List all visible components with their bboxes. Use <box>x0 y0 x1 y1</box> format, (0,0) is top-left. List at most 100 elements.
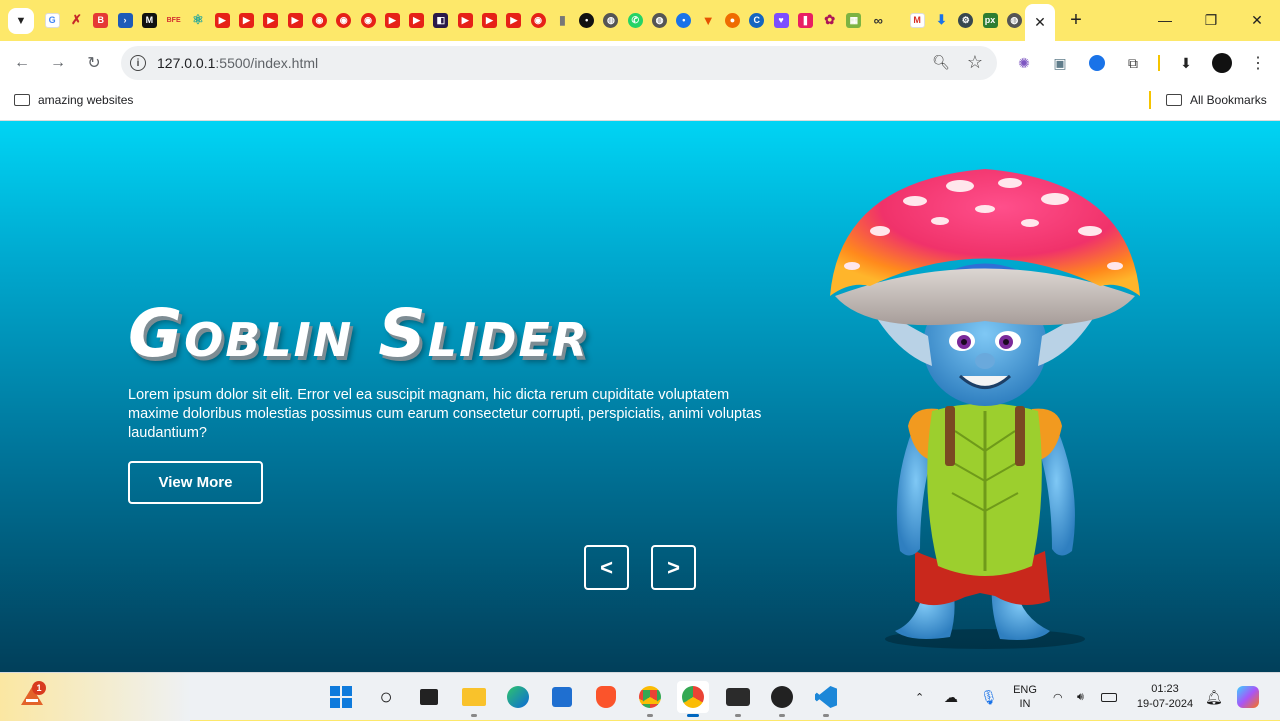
site-info-icon[interactable]: i <box>130 55 146 71</box>
pinned-tab[interactable]: ◉ <box>332 10 356 30</box>
bookmark-star-icon[interactable]: ☆ <box>967 52 983 73</box>
infinity-icon: ∞ <box>873 12 883 28</box>
active-tab[interactable]: ✕ <box>1025 4 1055 41</box>
back-button[interactable]: ← <box>11 52 33 74</box>
edge-icon <box>507 686 529 708</box>
new-tab-button[interactable]: + <box>1066 9 1086 31</box>
language-indicator[interactable]: ENG IN <box>1010 673 1040 721</box>
pinned-tab[interactable]: BFE <box>161 10 185 30</box>
forward-button[interactable]: → <box>47 52 69 74</box>
notifications-button[interactable]: 🔔︎ <box>1205 673 1223 721</box>
pinned-tab[interactable]: ▶ <box>477 10 501 30</box>
address-bar[interactable]: i 127.0.0.1:5500/index.html 🔍︎ ☆ <box>121 46 997 80</box>
figure-icon: ✗ <box>70 12 82 27</box>
pinned-tab[interactable]: M <box>905 10 929 30</box>
pinned-tab[interactable]: ◧ <box>429 10 453 30</box>
search-button[interactable]: ○ <box>370 681 402 713</box>
battery-tray[interactable] <box>1101 673 1117 721</box>
clock[interactable]: 01:23 19-07-2024 <box>1130 673 1200 721</box>
pinned-tab[interactable]: › <box>113 10 137 30</box>
reload-button[interactable]: ↻ <box>83 52 105 74</box>
pinned-tab[interactable]: ❚ <box>793 10 817 30</box>
window-close-button[interactable]: ✕ <box>1234 0 1280 40</box>
pinned-tab[interactable]: ✿ <box>818 10 842 30</box>
profile-avatar[interactable] <box>1212 53 1232 73</box>
folder-icon <box>462 688 486 706</box>
pinned-tab[interactable]: ▶ <box>453 10 477 30</box>
pinned-tab[interactable]: M <box>137 10 161 30</box>
taskbar-brave[interactable] <box>590 681 622 713</box>
pinned-tab[interactable]: ♥ <box>769 10 793 30</box>
next-slide-button[interactable]: > <box>651 545 696 590</box>
pinned-tab[interactable]: ◍ <box>599 10 623 30</box>
clock-date: 19-07-2024 <box>1136 698 1194 710</box>
pinned-tab[interactable]: ⚙ <box>954 10 978 30</box>
pinned-tab[interactable]: ⚛ <box>186 10 210 30</box>
taskbar-store[interactable] <box>546 681 578 713</box>
task-view-button[interactable] <box>413 681 445 713</box>
pinned-tab[interactable]: • <box>575 10 599 30</box>
onedrive-tray[interactable]: ☁ <box>944 673 958 721</box>
extension-tab-icon[interactable]: ▣ <box>1050 53 1070 73</box>
pinned-tab[interactable]: ◍ <box>1002 10 1026 30</box>
microphone-tray[interactable]: 🎙︎ <box>980 673 998 721</box>
all-bookmarks[interactable]: All Bookmarks <box>1166 93 1267 107</box>
taskbar-obs[interactable] <box>766 681 798 717</box>
taskbar-vscode[interactable] <box>810 681 842 717</box>
pinned-tab[interactable]: ◉ <box>526 10 550 30</box>
menu-kebab-icon[interactable]: ⋮ <box>1248 53 1268 73</box>
pinned-tab[interactable]: B <box>89 10 113 30</box>
pinned-tab[interactable]: ▶ <box>283 10 307 30</box>
tab-search-button[interactable]: ▼ <box>8 8 34 34</box>
pinned-tab[interactable]: C <box>745 10 769 30</box>
copilot-button[interactable] <box>1237 673 1259 721</box>
pinned-tab[interactable]: ✆ <box>623 10 647 30</box>
zoom-icon[interactable]: 🔍︎ <box>932 54 950 71</box>
pinned-tab[interactable]: ⬇ <box>929 10 953 30</box>
minimize-button[interactable]: — <box>1142 0 1188 40</box>
pinned-tab[interactable]: ▼ <box>696 10 720 30</box>
taskbar-terminal[interactable] <box>722 681 754 717</box>
close-icon[interactable]: ✕ <box>1034 14 1046 31</box>
extensions-puzzle-icon[interactable]: ⧉ <box>1123 53 1143 73</box>
taskbar-file-explorer[interactable] <box>458 681 490 717</box>
volume-tray[interactable]: 🔊︎ <box>1077 673 1084 721</box>
pinned-tab[interactable]: ▶ <box>234 10 258 30</box>
bookmarks-bar: amazing websites All Bookmarks <box>0 85 1280 121</box>
pinned-tab[interactable]: ◉ <box>356 10 380 30</box>
bulb-icon: ▮ <box>559 13 566 27</box>
taskbar-chrome-canary[interactable] <box>634 681 666 717</box>
network-tray[interactable]: ◠ <box>1053 673 1063 721</box>
pinned-tab[interactable]: • <box>672 10 696 30</box>
pinned-tab[interactable]: ▶ <box>502 10 526 30</box>
start-button[interactable] <box>325 681 357 713</box>
pinned-tab[interactable]: G <box>40 10 64 30</box>
bookmarks-divider <box>1149 91 1151 109</box>
pinned-tab[interactable]: ▶ <box>380 10 404 30</box>
pinned-tab[interactable]: ● <box>720 10 744 30</box>
pinned-tab[interactable]: ✗ <box>64 10 88 30</box>
taskbar-edge[interactable] <box>502 681 534 713</box>
downloads-icon[interactable]: ⬇ <box>1176 53 1196 73</box>
prev-slide-button[interactable]: < <box>584 545 629 590</box>
blue-circle-icon: • <box>676 12 692 28</box>
pinned-tab[interactable]: ▶ <box>404 10 428 30</box>
pinned-tab[interactable]: ∞ <box>866 10 890 30</box>
pinned-tab[interactable]: px <box>978 10 1002 30</box>
pinned-tab[interactable]: ▶ <box>259 10 283 30</box>
pinned-tab[interactable]: ▦ <box>842 10 866 30</box>
pinned-tab[interactable]: ▮ <box>550 10 574 30</box>
weather-widget[interactable]: 1 <box>0 673 190 721</box>
extension-gear-icon[interactable]: ✺ <box>1014 53 1034 73</box>
show-hidden-icons[interactable]: ⌃ <box>915 673 924 721</box>
url-text[interactable]: 127.0.0.1:5500/index.html <box>157 55 318 71</box>
speaker-icon: 🔊︎ <box>1077 690 1084 703</box>
bookmark-folder[interactable]: amazing websites <box>14 93 133 107</box>
taskbar-chrome[interactable] <box>677 681 709 717</box>
restore-button[interactable]: ❐ <box>1188 0 1234 40</box>
pinned-tab[interactable]: ◉ <box>307 10 331 30</box>
extension-blue-icon[interactable] <box>1087 53 1107 73</box>
view-more-button[interactable]: View More <box>128 461 263 504</box>
pinned-tab[interactable]: ◍ <box>647 10 671 30</box>
pinned-tab[interactable]: ▶ <box>210 10 234 30</box>
